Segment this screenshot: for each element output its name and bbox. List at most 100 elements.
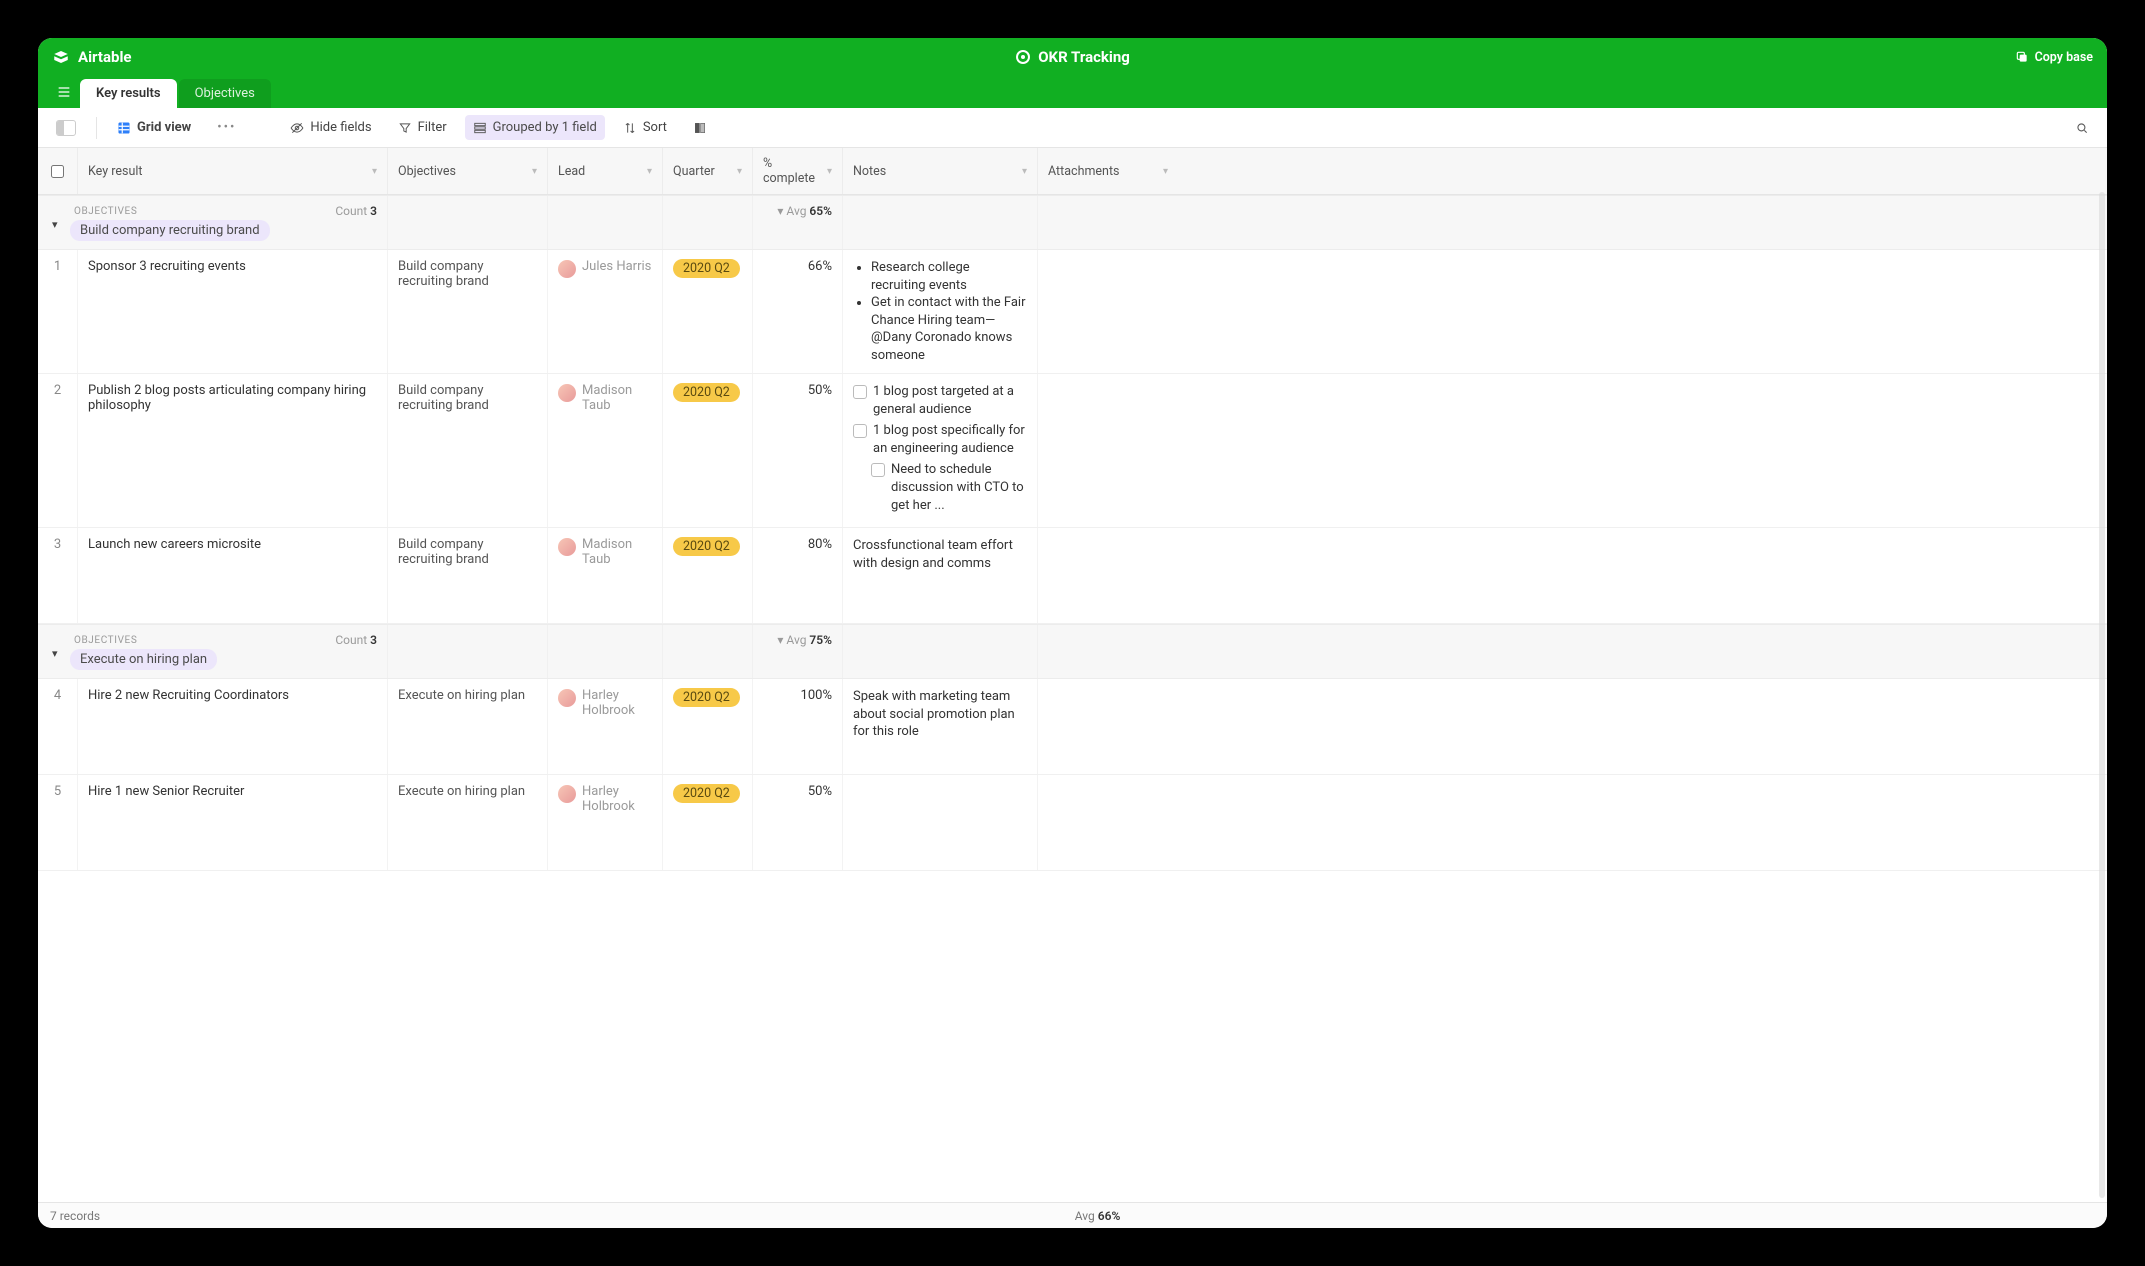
cell-lead[interactable]: Jules Harris [548,250,663,373]
column-header-quarter[interactable]: Quarter▾ [663,148,753,194]
grid-body[interactable]: ▾ OBJECTIVES Count 3 Build company recru… [38,195,2107,1202]
brand-label: Airtable [78,48,132,66]
cell-lead[interactable]: Madison Taub [548,528,663,623]
scrollbar[interactable] [2099,192,2105,1198]
cell-objectives[interactable]: Build company recruiting brand [388,528,548,623]
sidebar-toggle-button[interactable] [48,115,84,141]
footer-avg-label: Avg [1075,1209,1095,1223]
table-row[interactable]: 1 Sponsor 3 recruiting events Build comp… [38,250,2107,374]
table-row[interactable]: 2 Publish 2 blog posts articulating comp… [38,374,2107,528]
column-header-notes[interactable]: Notes▾ [843,148,1038,194]
note-checkbox-item[interactable]: 1 blog post targeted at a general audien… [853,383,1027,418]
column-header-percent[interactable]: % complete▾ [753,148,843,194]
column-header-attachments[interactable]: Attachments▾ [1038,148,1178,194]
cell-quarter[interactable]: 2020 Q2 [663,775,753,870]
row-index: 1 [38,250,78,373]
cell-notes[interactable] [843,775,1038,870]
chevron-down-icon: ▾ [532,166,537,177]
color-icon [693,121,707,135]
cell-notes[interactable]: Speak with marketing team about social p… [843,679,1038,774]
note-checkbox-item[interactable]: Need to schedule discussion with CTO to … [853,461,1027,514]
color-button[interactable] [685,116,715,140]
cell-notes[interactable]: Crossfunctional team effort with design … [843,528,1038,623]
cell-notes[interactable]: 1 blog post targeted at a general audien… [843,374,1038,527]
cell-key-result[interactable]: Hire 2 new Recruiting Coordinators [78,679,388,774]
cell-quarter[interactable]: 2020 Q2 [663,528,753,623]
table-row[interactable]: 5 Hire 1 new Senior Recruiter Execute on… [38,775,2107,871]
cell-lead[interactable]: Madison Taub [548,374,663,527]
record-icon [1016,50,1030,64]
cell-attachments[interactable] [1038,679,1178,774]
search-button[interactable] [2067,116,2097,140]
cell-objectives[interactable]: Build company recruiting brand [388,250,548,373]
top-bar: Airtable OKR Tracking Copy base [38,38,2107,76]
collapse-icon[interactable]: ▾ [52,647,58,660]
hide-fields-label: Hide fields [310,120,371,135]
cell-attachments[interactable] [1038,775,1178,870]
row-index: 2 [38,374,78,527]
cell-key-result[interactable]: Launch new careers microsite [78,528,388,623]
cell-objectives[interactable]: Execute on hiring plan [388,775,548,870]
select-all-checkbox[interactable] [38,148,78,194]
separator [96,117,97,139]
cell-percent[interactable]: 80% [753,528,843,623]
tab-label: Key results [96,86,161,101]
base-title[interactable]: OKR Tracking [132,48,2015,66]
cell-percent[interactable]: 66% [753,250,843,373]
cell-attachments[interactable] [1038,374,1178,527]
column-label: Lead [558,164,585,179]
cell-key-result[interactable]: Sponsor 3 recruiting events [78,250,388,373]
sort-button[interactable]: Sort [615,115,675,140]
column-header-row: Key result▾ Objectives▾ Lead▾ Quarter▾ %… [38,148,2107,195]
view-options-button[interactable]: ••• [209,115,244,140]
filter-label: Filter [418,120,447,135]
collapse-icon[interactable]: ▾ [52,218,58,231]
brand[interactable]: Airtable [52,48,132,66]
tab-objectives[interactable]: Objectives [179,79,271,108]
table-row[interactable]: 3 Launch new careers microsite Build com… [38,528,2107,624]
menu-button[interactable] [48,76,80,108]
copy-base-button[interactable]: Copy base [2015,50,2093,65]
column-header-objectives[interactable]: Objectives▾ [388,148,548,194]
cell-notes[interactable]: Research college recruiting eventsGet in… [843,250,1038,373]
cell-lead[interactable]: Harley Holbrook [548,679,663,774]
airtable-logo-icon [52,48,70,66]
view-picker[interactable]: Grid view [109,115,199,140]
column-label: Quarter [673,164,715,179]
chevron-down-icon: ▾ [372,166,377,177]
filter-button[interactable]: Filter [390,115,455,140]
cell-attachments[interactable] [1038,250,1178,373]
hide-fields-button[interactable]: Hide fields [282,115,379,140]
table-row[interactable]: 4 Hire 2 new Recruiting Coordinators Exe… [38,679,2107,775]
cell-percent[interactable]: 50% [753,374,843,527]
group-button[interactable]: Grouped by 1 field [465,115,605,140]
cell-percent[interactable]: 100% [753,679,843,774]
cell-quarter[interactable]: 2020 Q2 [663,679,753,774]
cell-objectives[interactable]: Execute on hiring plan [388,679,548,774]
group-field-label: OBJECTIVES [58,635,137,646]
group-header[interactable]: ▾ OBJECTIVES Count 3 Build company recru… [38,195,2107,250]
avatar [558,260,576,278]
note-text: Speak with marketing team about social p… [853,688,1027,741]
sort-label: Sort [643,120,667,135]
avatar [558,538,576,556]
filter-icon [398,121,412,135]
cell-quarter[interactable]: 2020 Q2 [663,374,753,527]
cell-objectives[interactable]: Build company recruiting brand [388,374,548,527]
tab-key-results[interactable]: Key results [80,79,177,108]
cell-lead[interactable]: Harley Holbrook [548,775,663,870]
cell-attachments[interactable] [1038,528,1178,623]
cell-key-result[interactable]: Publish 2 blog posts articulating compan… [78,374,388,527]
column-header-lead[interactable]: Lead▾ [548,148,663,194]
column-header-key-result[interactable]: Key result▾ [78,148,388,194]
menu-icon [56,84,72,100]
cell-key-result[interactable]: Hire 1 new Senior Recruiter [78,775,388,870]
cell-quarter[interactable]: 2020 Q2 [663,250,753,373]
avatar [558,384,576,402]
note-text: Crossfunctional team effort with design … [853,537,1027,572]
note-checkbox-item[interactable]: 1 blog post specifically for an engineer… [853,422,1027,457]
group-header[interactable]: ▾ OBJECTIVES Count 3 Execute on hiring p… [38,624,2107,679]
cell-percent[interactable]: 50% [753,775,843,870]
avatar [558,785,576,803]
base-title-label: OKR Tracking [1038,48,1130,66]
